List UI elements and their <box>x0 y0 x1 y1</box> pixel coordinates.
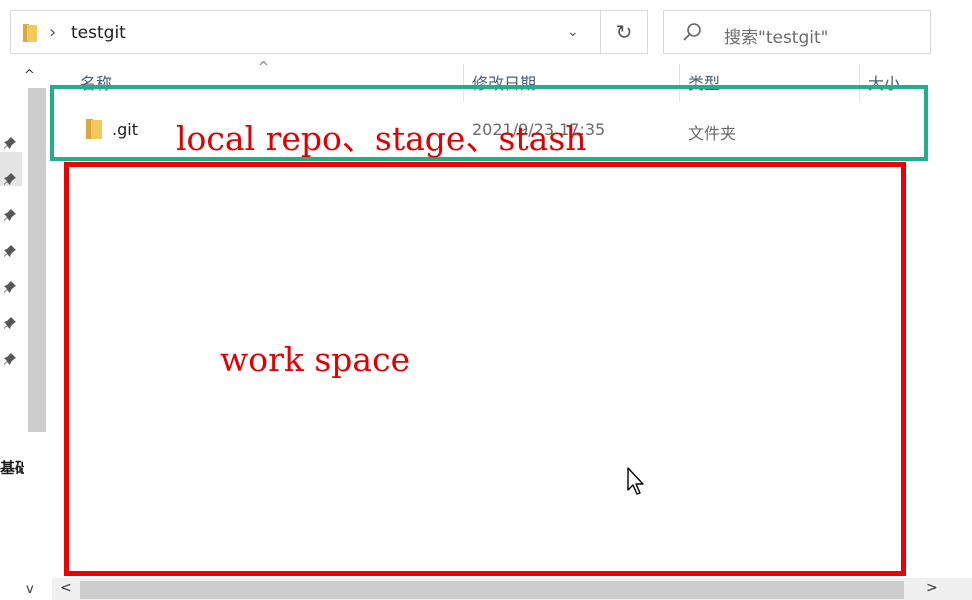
refresh-button[interactable]: ↻ <box>600 10 648 54</box>
pin-icon[interactable] <box>3 244 17 258</box>
search-icon <box>683 23 701 41</box>
sort-ascending-icon: ^ <box>258 60 269 75</box>
breadcrumb-separator[interactable]: › <box>49 22 56 43</box>
workspace-annotation-label: work space <box>220 340 411 379</box>
workspace-annotation-box <box>64 162 906 576</box>
horizontal-scrollbar[interactable]: < > <box>52 578 972 600</box>
repo-annotation-label: local repo、stage、stash <box>176 119 587 158</box>
folder-icon <box>23 24 37 42</box>
scroll-down-arrow[interactable]: v <box>26 582 34 597</box>
pin-icon[interactable] <box>3 172 17 186</box>
breadcrumb-current-folder[interactable]: testgit <box>71 23 126 43</box>
chevron-down-icon[interactable]: ⌄ <box>567 24 579 40</box>
search-box[interactable]: 搜索"testgit" <box>663 10 931 54</box>
pin-icon[interactable] <box>3 352 17 366</box>
scroll-up-arrow[interactable]: ^ <box>24 68 35 83</box>
pin-icon[interactable] <box>3 280 17 294</box>
pin-icon[interactable] <box>3 208 17 222</box>
address-bar[interactable]: › testgit ⌄ <box>10 10 600 54</box>
scroll-left-arrow[interactable]: < <box>60 580 72 596</box>
pin-icon[interactable] <box>3 316 17 330</box>
mouse-cursor-icon <box>627 467 644 495</box>
horizontal-scrollbar-thumb[interactable] <box>80 581 904 599</box>
nav-item-label[interactable]: 基础 <box>0 457 24 478</box>
nav-scrollbar-thumb[interactable] <box>28 88 46 432</box>
scroll-right-arrow[interactable]: > <box>926 580 938 596</box>
pin-icon[interactable] <box>3 136 17 150</box>
search-input[interactable]: 搜索"testgit" <box>724 23 828 48</box>
